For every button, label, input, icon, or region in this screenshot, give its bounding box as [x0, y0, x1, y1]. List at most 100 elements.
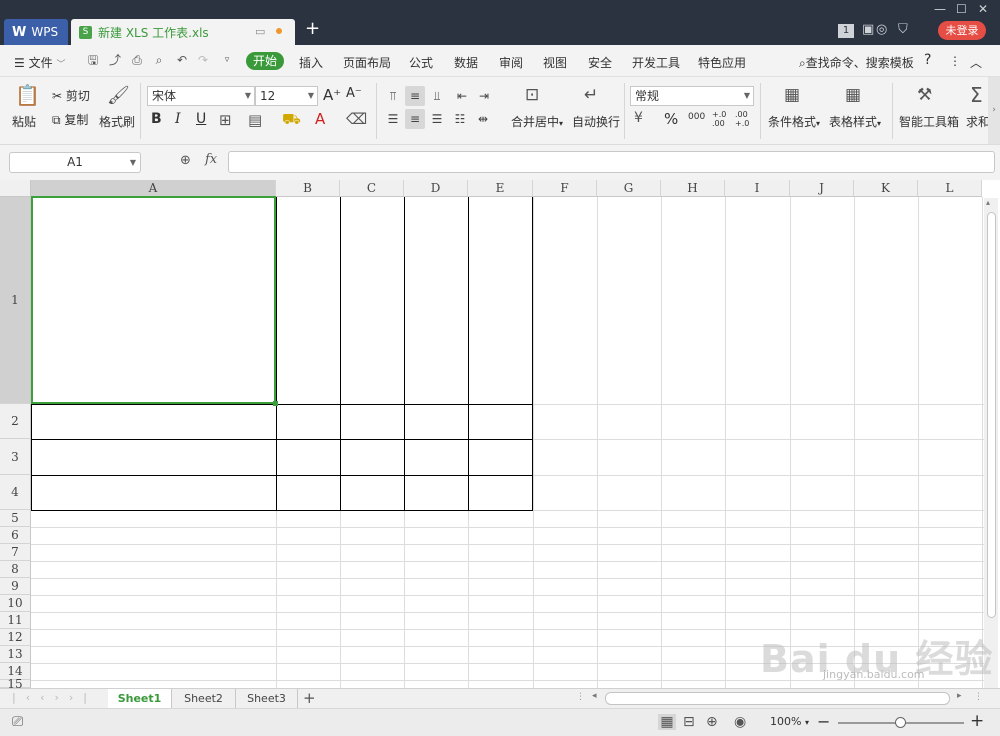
column-header-b[interactable]: B — [276, 180, 340, 197]
spreadsheet-grid[interactable]: A B C D E F G H I J K L 1 2 3 4 5 6 7 8 9 10 11 12 13 14 15 ▴ — [0, 180, 1000, 688]
collapse-ribbon-button[interactable]: ︿ — [970, 54, 982, 71]
document-tab[interactable]: S 新建 XLS 工作表.xls ▭ — [71, 19, 295, 45]
distributed-align-icon[interactable]: ⇹ — [473, 109, 493, 129]
justify-icon[interactable]: ☷ — [450, 109, 470, 129]
tab-insert[interactable]: 插入 — [299, 54, 323, 71]
fill-pattern-icon[interactable]: ▤ — [248, 111, 262, 129]
sheet-tab-2[interactable]: Sheet2 — [172, 689, 236, 708]
macro-record-icon[interactable]: ⎚ — [12, 714, 23, 730]
currency-icon[interactable]: ¥ — [634, 110, 643, 126]
add-sheet-button[interactable]: + — [303, 689, 316, 707]
font-size-select[interactable]: 12 ▼ — [255, 86, 318, 106]
column-header-c[interactable]: C — [340, 180, 404, 197]
column-header-k[interactable]: K — [854, 180, 918, 197]
align-right-icon[interactable]: ☰ — [427, 109, 447, 129]
skin-icon[interactable]: ▣ — [862, 22, 874, 40]
insert-function-button[interactable]: fx — [205, 152, 217, 167]
font-color-icon[interactable]: A — [315, 110, 325, 128]
command-search[interactable]: ⌕查找命令、搜索模板 — [799, 54, 914, 71]
fill-color-icon[interactable]: ⛟ — [282, 110, 301, 130]
number-format-select[interactable]: 常规 ▼ — [630, 86, 754, 106]
vertical-scroll-thumb[interactable] — [987, 212, 996, 618]
table-style-button[interactable]: 表格样式▾ — [829, 113, 881, 130]
align-left-icon[interactable]: ☰ — [383, 109, 403, 129]
share-icon[interactable]: ◎ — [876, 22, 887, 40]
tab-security[interactable]: 安全 — [588, 54, 612, 71]
smart-toolbox-button[interactable]: 智能工具箱 — [899, 113, 959, 130]
column-header-g[interactable]: G — [597, 180, 661, 197]
export-pdf-icon[interactable]: ⤴ — [108, 53, 122, 67]
sum-button[interactable]: 求和 — [966, 113, 988, 130]
hscroll-right-icon[interactable]: ▸ — [957, 691, 962, 701]
reading-layout-icon[interactable]: ⊕ — [706, 714, 718, 730]
page-break-view-icon[interactable]: ⊟ — [683, 714, 695, 730]
row-header-15[interactable]: 15 — [0, 678, 31, 688]
column-header-h[interactable]: H — [661, 180, 725, 197]
percent-button[interactable]: % — [664, 110, 678, 128]
thousands-separator-button[interactable]: 000 — [688, 112, 705, 122]
monitor-icon[interactable]: ▭ — [255, 25, 265, 38]
normal-view-icon[interactable]: ▦ — [658, 714, 676, 730]
tab-special-apps[interactable]: 特色应用 — [698, 54, 746, 71]
hscroll-end-handle-icon[interactable]: ⋮ — [974, 692, 983, 702]
tab-data[interactable]: 数据 — [454, 54, 478, 71]
toolbox-icon[interactable]: ⚒ — [917, 85, 932, 105]
borders-icon[interactable]: ⊞ — [219, 111, 232, 129]
shirt-icon[interactable]: ⛉ — [898, 22, 908, 40]
zoom-out-button[interactable]: − — [817, 712, 830, 731]
print-preview-icon[interactable]: ⌕ — [152, 53, 166, 67]
tab-review[interactable]: 审阅 — [499, 54, 523, 71]
save-icon[interactable]: 🖫 — [86, 53, 100, 67]
column-header-i[interactable]: I — [725, 180, 790, 197]
more-options-button[interactable]: ⋮ — [949, 54, 961, 68]
clear-eraser-icon[interactable]: ⌫ — [346, 110, 367, 128]
conditional-format-icon[interactable]: ▦ — [784, 85, 800, 105]
grow-font-button[interactable]: A⁺ — [323, 86, 341, 104]
format-painter-button[interactable]: 格式刷 — [99, 113, 135, 130]
scroll-up-icon[interactable]: ▴ — [986, 198, 990, 207]
vertical-scrollbar[interactable]: ▴ — [984, 198, 998, 688]
copy-button[interactable]: ⧉ 复制 — [52, 111, 88, 128]
quick-access-dropdown-icon[interactable]: ▿ — [220, 53, 234, 67]
horizontal-scrollbar[interactable] — [605, 692, 950, 705]
sum-icon[interactable]: Σ — [970, 83, 983, 107]
format-painter-icon[interactable]: 🖌 — [107, 85, 130, 106]
close-icon[interactable]: ✕ — [978, 2, 988, 16]
minimize-icon[interactable]: — — [934, 2, 946, 16]
column-header-e[interactable]: E — [468, 180, 533, 197]
clipboard-icon[interactable]: 📋 — [15, 83, 40, 107]
row-header-5[interactable]: 5 — [0, 510, 31, 527]
align-bottom-icon[interactable]: ⫫ — [427, 86, 447, 106]
row-header-3[interactable]: 3 — [0, 439, 31, 475]
login-button[interactable]: 未登录 — [938, 21, 986, 40]
name-box[interactable]: A1 ▼ — [9, 152, 141, 173]
zoom-in-button[interactable]: + — [970, 711, 984, 731]
conditional-format-button[interactable]: 条件格式▾ — [768, 113, 820, 130]
paste-button[interactable]: 粘贴 — [12, 113, 36, 130]
selected-cell-a1[interactable] — [31, 196, 276, 404]
column-header-j[interactable]: J — [790, 180, 854, 197]
zoom-lookup-icon[interactable]: ⊕ — [180, 153, 191, 168]
row-header-12[interactable]: 12 — [0, 629, 31, 646]
underline-button[interactable]: U — [196, 111, 206, 127]
hscroll-handle-icon[interactable]: ⋮ — [576, 692, 585, 702]
tab-formulas[interactable]: 公式 — [409, 54, 433, 71]
row-header-2[interactable]: 2 — [0, 404, 31, 439]
wrap-text-button[interactable]: 自动换行 — [572, 113, 620, 130]
row-header-1[interactable]: 1 — [0, 197, 31, 404]
row-header-10[interactable]: 10 — [0, 595, 31, 612]
increase-decimal-button[interactable]: +.0 .00 — [712, 110, 732, 128]
zoom-slider[interactable] — [838, 717, 964, 728]
row-header-4[interactable]: 4 — [0, 475, 31, 510]
increase-indent-icon[interactable]: ⇥ — [474, 86, 494, 106]
row-header-6[interactable]: 6 — [0, 527, 31, 544]
file-menu[interactable]: ☰ 文件 ﹀ — [14, 54, 65, 71]
redo-icon[interactable]: ↷ — [196, 53, 210, 67]
bold-button[interactable]: B — [151, 111, 162, 127]
row-header-8[interactable]: 8 — [0, 561, 31, 578]
column-header-d[interactable]: D — [404, 180, 468, 197]
sheet-nav-arrows-icon[interactable]: |‹‹››| — [12, 691, 97, 704]
ribbon-scroll-right-button[interactable]: › — [988, 77, 1000, 144]
new-tab-button[interactable]: + — [305, 18, 320, 39]
column-header-a[interactable]: A — [31, 180, 276, 197]
